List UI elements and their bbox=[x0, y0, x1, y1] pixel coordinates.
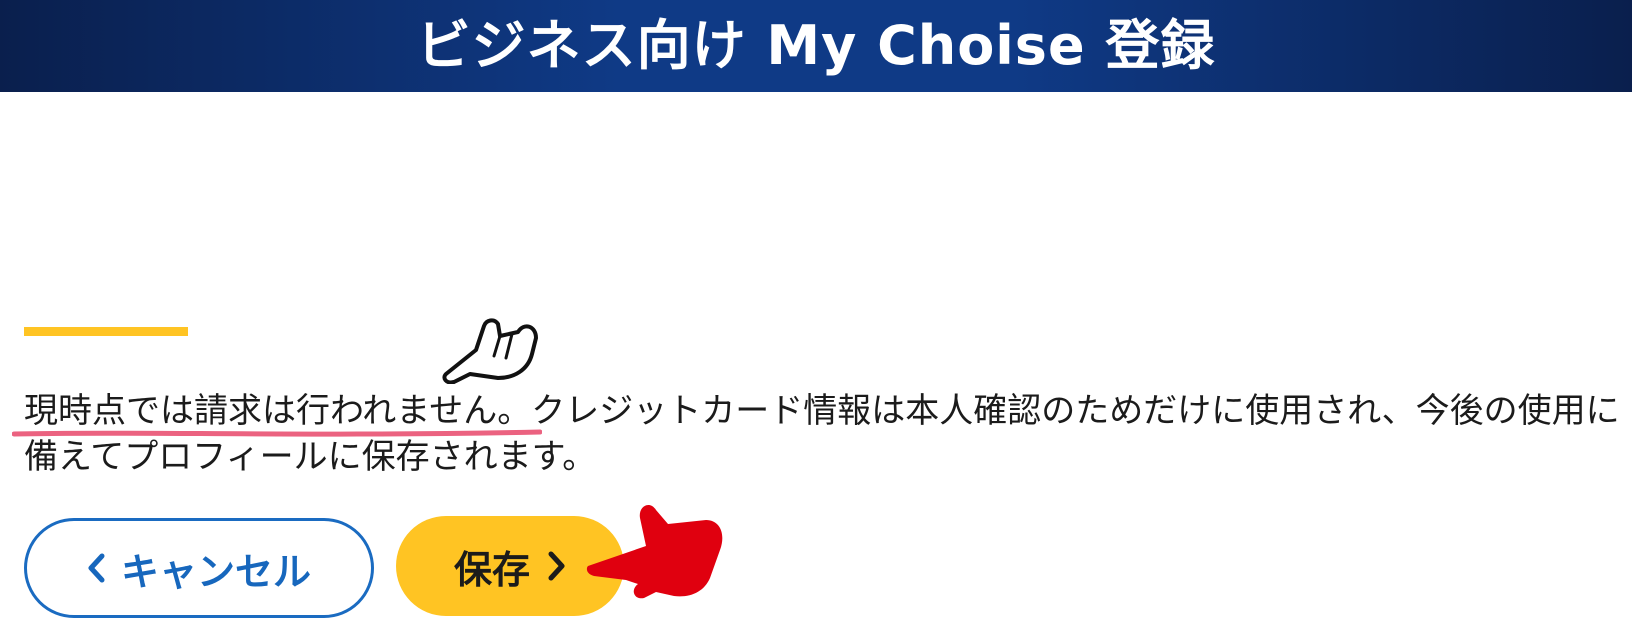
cancel-button[interactable]: キャンセル bbox=[24, 518, 374, 618]
page-title: ビジネス向け My Choise 登録 bbox=[416, 14, 1216, 77]
chevron-left-icon bbox=[87, 553, 105, 583]
save-button-label: 保存 bbox=[453, 547, 530, 592]
cancel-button-label: キャンセル bbox=[120, 549, 311, 594]
chevron-right-icon bbox=[548, 551, 566, 581]
accent-bar bbox=[24, 327, 188, 336]
header-banner: ビジネス向け My Choise 登録 bbox=[0, 0, 1632, 92]
highlight-underline bbox=[12, 429, 542, 437]
pointing-hand-outline-icon bbox=[442, 318, 538, 384]
highlighted-message: 現時点では請求は行われません bbox=[24, 391, 498, 431]
pointing-hand-red-icon bbox=[586, 504, 723, 599]
